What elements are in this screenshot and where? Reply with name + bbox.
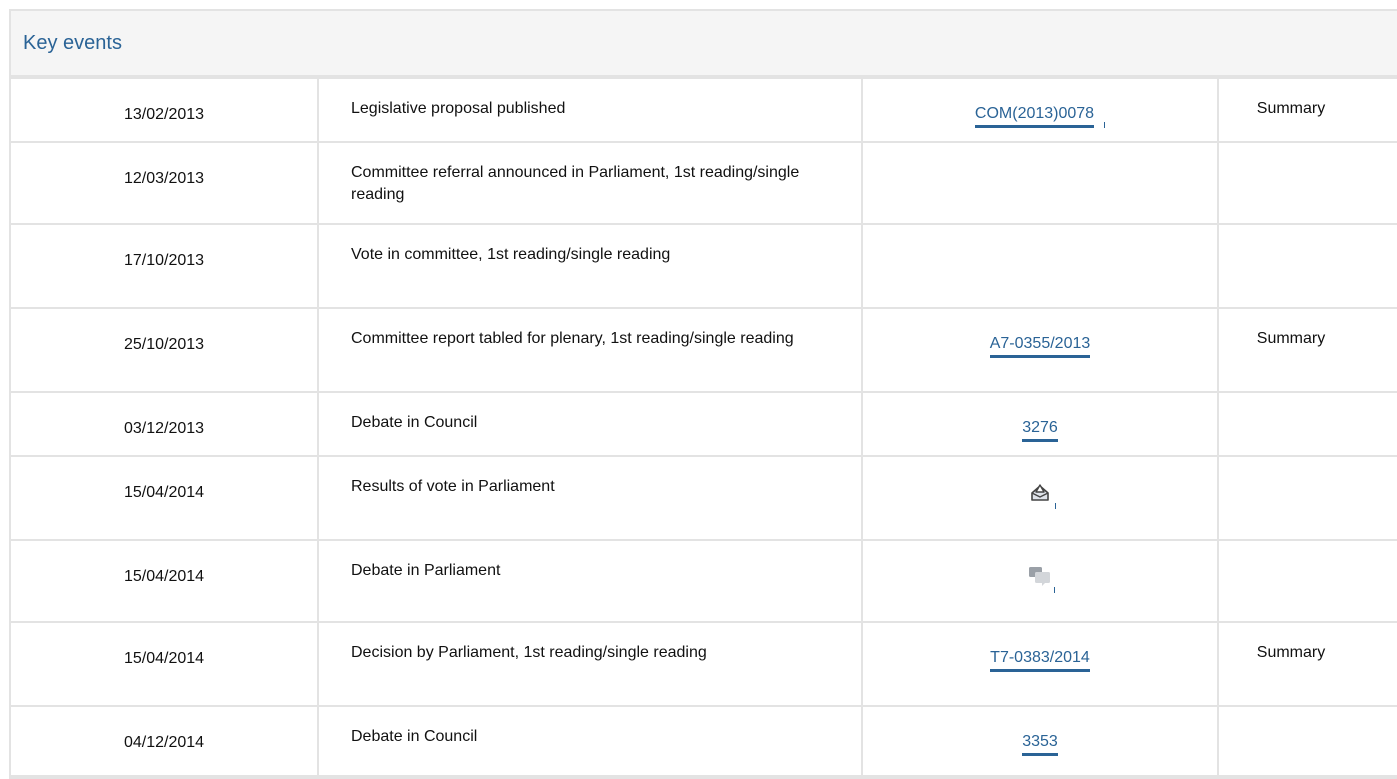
summary-cell [1217, 223, 1397, 309]
summary-link[interactable]: Summary [1217, 307, 1397, 393]
table-row: 13/02/2013 Legislative proposal publishe… [11, 77, 1397, 143]
document-cell [861, 223, 1219, 309]
event-description: Committee report tabled for plenary, 1st… [317, 307, 863, 393]
speech-bubbles-icon[interactable] [1028, 565, 1055, 593]
event-description: Legislative proposal published [317, 77, 863, 143]
link-marker [1104, 122, 1106, 128]
document-cell [861, 455, 1219, 541]
event-description: Debate in Council [317, 705, 863, 777]
event-date: 15/04/2014 [11, 539, 319, 623]
table-row: 03/12/2013 Debate in Council 3276 [11, 391, 1397, 457]
ballot-box-icon[interactable] [1029, 481, 1056, 509]
document-link[interactable]: 3353 [1022, 732, 1058, 756]
table-row: 15/04/2014 Decision by Parliament, 1st r… [11, 621, 1397, 707]
key-events-table: 13/02/2013 Legislative proposal publishe… [11, 77, 1397, 777]
panel-header: Key events [11, 11, 1397, 77]
summary-cell [1217, 539, 1397, 623]
document-link[interactable]: 3276 [1022, 418, 1058, 442]
event-date: 17/10/2013 [11, 223, 319, 309]
document-cell: COM(2013)0078 [861, 77, 1219, 143]
event-description: Vote in committee, 1st reading/single re… [317, 223, 863, 309]
event-date: 15/04/2014 [11, 455, 319, 541]
summary-link[interactable]: Summary [1217, 621, 1397, 707]
table-row: 15/04/2014 Debate in Parliament [11, 539, 1397, 623]
event-date: 15/04/2014 [11, 621, 319, 707]
event-date: 04/12/2014 [11, 705, 319, 777]
link-marker [1054, 587, 1055, 593]
link-marker [1055, 503, 1056, 509]
event-description: Debate in Parliament [317, 539, 863, 623]
summary-cell [1217, 141, 1397, 225]
event-description: Committee referral announced in Parliame… [317, 141, 863, 225]
event-date: 25/10/2013 [11, 307, 319, 393]
summary-cell [1217, 391, 1397, 457]
document-link[interactable]: A7-0355/2013 [989, 334, 1091, 358]
document-cell: T7-0383/2014 [861, 621, 1219, 707]
table-row: 04/12/2014 Debate in Council 3353 [11, 705, 1397, 777]
document-cell [861, 539, 1219, 623]
table-row: 25/10/2013 Committee report tabled for p… [11, 307, 1397, 393]
key-events-panel: Key events 13/02/2013 Legislative propos… [9, 9, 1397, 779]
document-cell: A7-0355/2013 [861, 307, 1219, 393]
event-date: 03/12/2013 [11, 391, 319, 457]
table-row: 15/04/2014 Results of vote in Parliament [11, 455, 1397, 541]
table-row: 12/03/2013 Committee referral announced … [11, 141, 1397, 225]
summary-cell [1217, 705, 1397, 777]
document-link[interactable]: T7-0383/2014 [990, 648, 1090, 672]
document-link[interactable]: COM(2013)0078 [974, 104, 1095, 128]
document-cell: 3353 [861, 705, 1219, 777]
event-description: Results of vote in Parliament [317, 455, 863, 541]
document-cell: 3276 [861, 391, 1219, 457]
event-date: 13/02/2013 [11, 77, 319, 143]
event-description: Decision by Parliament, 1st reading/sing… [317, 621, 863, 707]
summary-cell [1217, 455, 1397, 541]
event-date: 12/03/2013 [11, 141, 319, 225]
panel-title: Key events [23, 31, 122, 54]
summary-link[interactable]: Summary [1217, 77, 1397, 143]
document-cell [861, 141, 1219, 225]
table-row: 17/10/2013 Vote in committee, 1st readin… [11, 223, 1397, 309]
event-description: Debate in Council [317, 391, 863, 457]
